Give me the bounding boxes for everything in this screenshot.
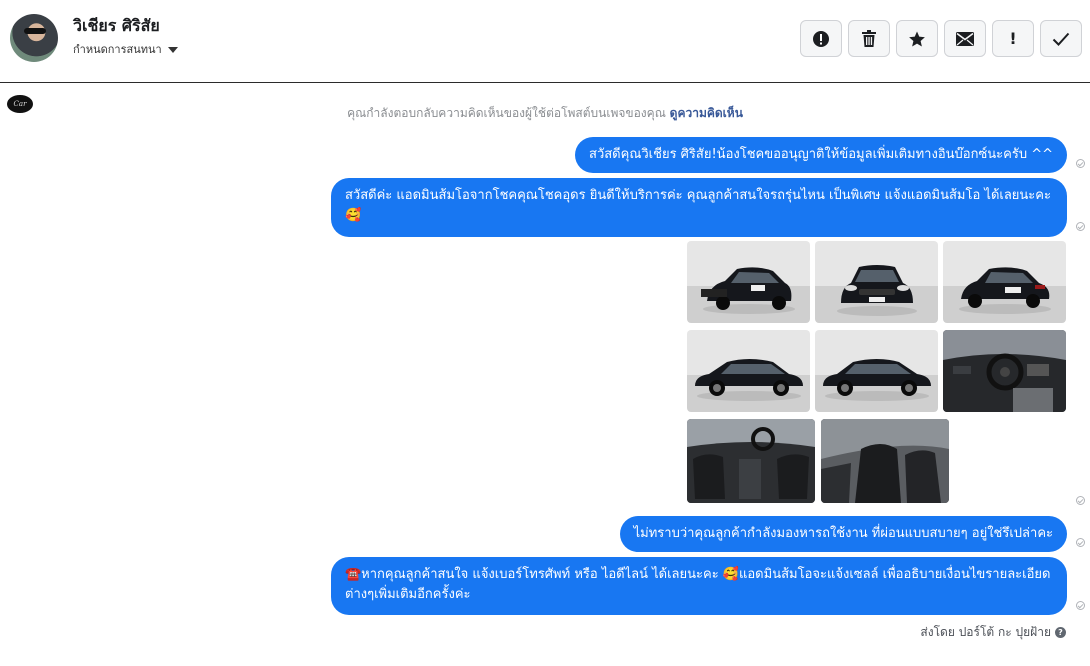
car-photo-image xyxy=(687,419,815,503)
seen-check-icon xyxy=(1076,222,1085,231)
assign-label: กำหนดการสนทนา xyxy=(73,43,162,56)
car-photo-image xyxy=(943,330,1066,412)
message-bubble[interactable]: สวัสดีค่ะ แอดมินส้มโอจากโชคคุณโชคอุดร ยิ… xyxy=(331,178,1067,237)
star-icon xyxy=(909,31,925,46)
car-photo[interactable] xyxy=(821,419,949,503)
contact-avatar[interactable] xyxy=(10,14,58,62)
view-comment-link[interactable]: ดูความคิดเห็น xyxy=(670,106,743,120)
car-photo-image xyxy=(959,267,1051,314)
car-photo[interactable] xyxy=(687,241,810,323)
caret-down-icon xyxy=(167,47,178,53)
mail-icon xyxy=(956,31,974,46)
message-text: สวัสดีคุณวิเชียร ศิริสัย!น้องโชคขออนุญาต… xyxy=(589,147,1053,162)
car-photo[interactable] xyxy=(687,330,810,412)
car-photo-image xyxy=(701,267,795,314)
sent-by-info: ส่งโดย ปอร์โต้ กะ ปุยฝ้าย ? xyxy=(920,623,1066,642)
conversation-header: วิเชียร ศิริสัย กำหนดการสนทนา ! xyxy=(0,0,1090,83)
car-photo[interactable] xyxy=(815,330,938,412)
mark-spam-button[interactable]: ! xyxy=(992,20,1034,57)
car-photo-image xyxy=(823,359,931,401)
message-text: ไม่ทราบว่าคุณลูกค้ากำลังมองหารถใช้งาน ที… xyxy=(633,526,1053,541)
message-bubble[interactable]: ไม่ทราบว่าคุณลูกค้ากำลังมองหารถใช้งาน ที… xyxy=(619,516,1067,552)
message-text: สวัสดีค่ะ แอดมินส้มโอจากโชคคุณโชคอุดร ยิ… xyxy=(345,188,1051,223)
car-photo[interactable] xyxy=(943,241,1066,323)
star-button[interactable] xyxy=(896,20,938,57)
toolbar: ! xyxy=(800,20,1082,57)
seen-check-icon xyxy=(1076,496,1085,505)
car-photo-image xyxy=(837,265,917,316)
car-photo-image xyxy=(821,419,949,503)
car-photo[interactable] xyxy=(943,330,1066,412)
car-photo-image xyxy=(695,359,803,401)
exclamation-icon: ! xyxy=(1009,29,1017,48)
sent-by-text: ส่งโดย ปอร์โต้ กะ ปุยฝ้าย xyxy=(920,625,1051,639)
help-icon[interactable]: ? xyxy=(1055,627,1066,638)
seen-check-icon xyxy=(1076,601,1085,610)
reply-notice-text: คุณกำลังตอบกลับความคิดเห็นของผู้ใช้ต่อโพ… xyxy=(347,106,666,120)
contact-name[interactable]: วิเชียร ศิริสัย xyxy=(73,14,160,39)
reply-notice: คุณกำลังตอบกลับความคิดเห็นของผู้ใช้ต่อโพ… xyxy=(0,104,1090,123)
seen-check-icon xyxy=(1076,159,1085,168)
mark-done-button[interactable] xyxy=(1040,20,1082,57)
car-photo[interactable] xyxy=(815,241,938,323)
mark-unread-button[interactable] xyxy=(944,20,986,57)
alert-icon xyxy=(813,30,829,47)
message-text: ☎️หากคุณลูกค้าสนใจ แจ้งเบอร์โทรศัพท์ หรื… xyxy=(345,567,1051,602)
assign-conversation-dropdown[interactable]: กำหนดการสนทนา xyxy=(73,40,178,58)
message-bubble[interactable]: ☎️หากคุณลูกค้าสนใจ แจ้งเบอร์โทรศัพท์ หรื… xyxy=(331,557,1067,615)
trash-icon xyxy=(862,30,876,47)
seen-check-icon xyxy=(1076,538,1085,547)
check-icon xyxy=(1052,32,1070,46)
message-bubble[interactable]: สวัสดีคุณวิเชียร ศิริสัย!น้องโชคขออนุญาต… xyxy=(575,137,1067,173)
alert-button[interactable] xyxy=(800,20,842,57)
car-photo[interactable] xyxy=(687,419,815,503)
delete-button[interactable] xyxy=(848,20,890,57)
